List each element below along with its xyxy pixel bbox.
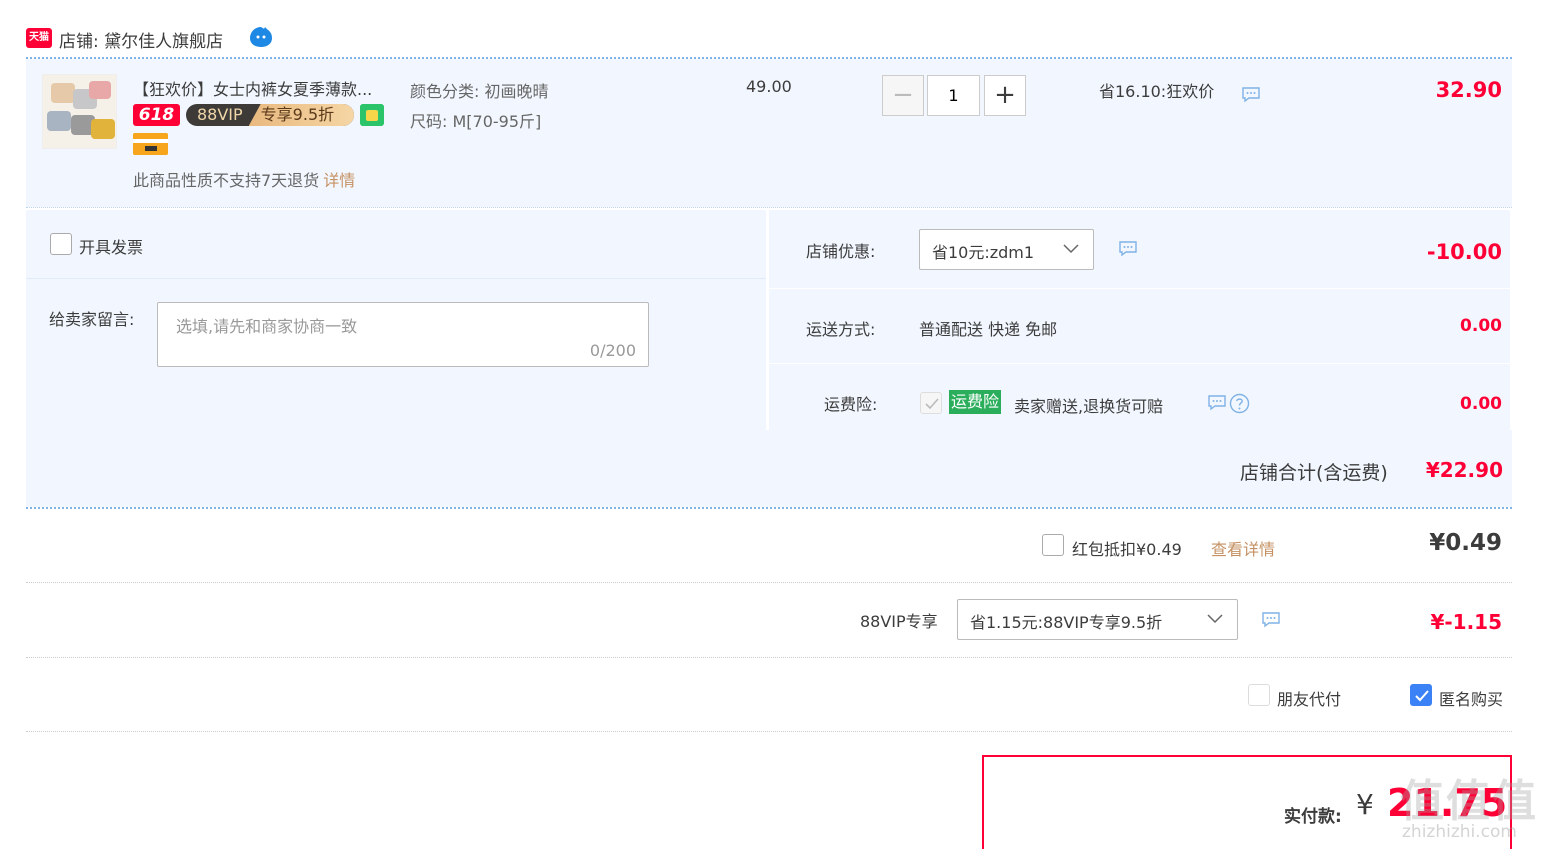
product-thumbnail[interactable]: [42, 74, 117, 149]
options-divider-1: [769, 288, 1510, 289]
service-badge-icon: [360, 104, 384, 126]
anonymous-label[interactable]: 匿名购买: [1439, 686, 1503, 710]
redpack-value: ¥0.49: [1429, 530, 1502, 556]
saving-text: 省16.10:狂欢价: [1099, 82, 1215, 101]
redpack-detail-link[interactable]: 查看详情: [1211, 536, 1275, 560]
check-icon: [925, 398, 939, 410]
shop-coupon-selected: 省10元:zdm1: [932, 243, 1035, 262]
invoice-checkbox[interactable]: [50, 233, 72, 255]
shop-coupon-amount: -10.00: [1426, 240, 1502, 264]
insurance-text: 卖家赠送,退换货可赔: [1014, 397, 1164, 416]
credit-card-icon: [133, 133, 168, 155]
insurance-checkbox: [920, 392, 942, 414]
chevron-down-icon: [1063, 244, 1079, 254]
vip-discount-select[interactable]: 省1.15元:88VIP专享9.5折: [957, 599, 1238, 640]
unit-price: 49.00: [746, 77, 792, 96]
shipping-label: 运送方式:: [806, 320, 876, 339]
quantity-decrease-button[interactable]: −: [882, 75, 924, 116]
help-icon[interactable]: [1229, 393, 1250, 414]
badge-88vip-discount: 专享9.5折: [248, 104, 354, 126]
product-image-icon: [47, 81, 115, 139]
vip-divider: [26, 657, 1512, 658]
subtotal-divider: [26, 507, 1512, 509]
quantity-increase-button[interactable]: +: [984, 75, 1026, 116]
vip-label: 88VIP专享: [860, 612, 938, 631]
insurance-amount: 0.00: [1460, 394, 1502, 414]
watermark-url: zhizhizhi.com: [1402, 822, 1517, 842]
panel-vertical-divider: [766, 210, 769, 430]
insurance-tag: 运费险: [949, 390, 1002, 414]
store-name[interactable]: 店铺: 黛尔佳人旗舰店: [59, 27, 223, 52]
redpack-checkbox[interactable]: [1042, 534, 1064, 556]
message-char-count: 0/200: [589, 341, 636, 360]
product-divider: [26, 207, 1512, 208]
vip-discount-selected: 省1.15元:88VIP专享9.5折: [970, 613, 1163, 632]
check-icon: [1415, 690, 1429, 702]
quantity-input[interactable]: [927, 75, 980, 116]
invoice-label[interactable]: 开具发票: [79, 234, 143, 258]
vip-discount-amount: ¥-1.15: [1430, 610, 1502, 634]
message-label: 给卖家留言:: [49, 310, 135, 329]
notes-divider: [26, 278, 766, 279]
no-return-text: 此商品性质不支持7天退货: [133, 171, 320, 190]
friend-pay-checkbox[interactable]: [1248, 684, 1270, 706]
sku-size: 尺码: M[70-95斤]: [410, 112, 542, 131]
comment-icon[interactable]: [1261, 611, 1281, 628]
shop-coupon-select[interactable]: 省10元:zdm1: [919, 229, 1094, 270]
store-subtotal-value: ¥22.90: [1425, 458, 1503, 482]
line-total: 32.90: [1435, 78, 1502, 102]
product-title[interactable]: 【狂欢价】女士内裤女夏季薄款...: [133, 76, 403, 100]
redpack-label[interactable]: 红包抵扣¥0.49: [1072, 536, 1182, 560]
chevron-down-icon: [1207, 614, 1223, 624]
badge-88vip: 88VIP 专享9.5折: [186, 104, 354, 126]
payment-currency: ¥: [1356, 788, 1374, 821]
store-subtotal-label: 店铺合计(含运费): [1240, 462, 1388, 484]
comment-icon[interactable]: [1241, 86, 1261, 103]
no-return-detail-link[interactable]: 详情: [323, 171, 355, 190]
watermark-logo: 值值值: [1400, 776, 1538, 827]
wangwang-chat-icon[interactable]: [248, 25, 274, 49]
redpack-divider: [26, 582, 1512, 583]
message-placeholder: 选填,请先和商家协商一致: [176, 317, 358, 336]
comment-icon[interactable]: [1207, 394, 1227, 411]
shipping-amount: 0.00: [1460, 316, 1502, 336]
badge-618: 618: [133, 104, 180, 126]
comment-icon[interactable]: [1118, 240, 1138, 257]
friend-pay-label[interactable]: 朋友代付: [1277, 686, 1341, 710]
payment-label: 实付款:: [1284, 807, 1342, 827]
insurance-label: 运费险:: [824, 395, 878, 414]
shop-coupon-label: 店铺优惠:: [806, 242, 876, 261]
pay-options-divider: [26, 731, 1512, 732]
options-divider-2: [769, 363, 1510, 364]
no-return-notice: 此商品性质不支持7天退货 详情: [133, 167, 355, 191]
badge-88vip-label: 88VIP: [197, 105, 243, 124]
tmall-logo-icon: 天猫: [26, 28, 52, 48]
anonymous-checkbox[interactable]: [1410, 684, 1432, 706]
shipping-method: 普通配送 快递 免邮: [919, 320, 1058, 339]
sku-color: 颜色分类: 初画晚晴: [410, 82, 549, 101]
seller-message-input[interactable]: 选填,请先和商家协商一致 0/200: [157, 302, 649, 367]
